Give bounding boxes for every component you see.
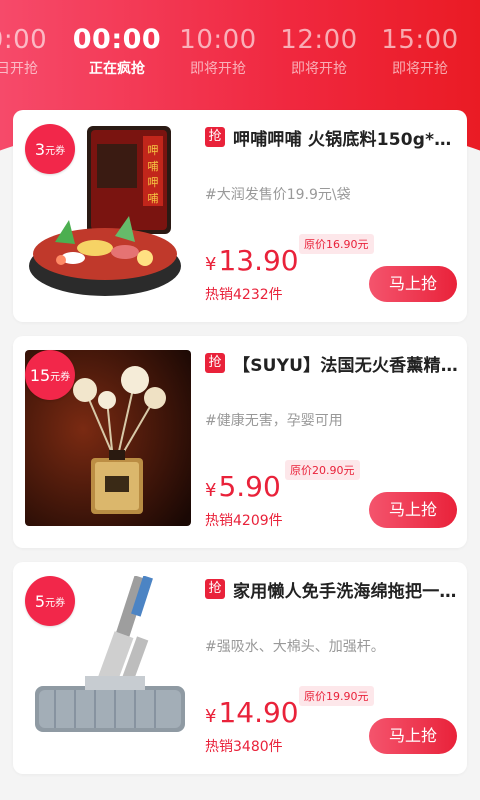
sales-count: 热销4209件 [205, 510, 283, 530]
buy-now-button[interactable]: 马上抢 [369, 492, 457, 528]
price-value: 5.90 [218, 470, 281, 503]
sales-label: 热销 [205, 287, 233, 303]
original-price: 原价16.90元 [299, 234, 374, 254]
product-card[interactable]: 5 元券 抢 家用懒人免手洗海绵拖把一拖净 #强吸水、大棉头、加强杆。 ¥14.… [13, 562, 467, 774]
currency-symbol: ¥ [205, 254, 217, 275]
coupon-badge: 3 元券 [25, 124, 75, 174]
time-slot-status: 即将开抢 [291, 61, 347, 77]
time-slot-tab[interactable]: 12:00 即将开抢 [264, 24, 374, 80]
time-slot-status: 正在疯抢 [89, 61, 145, 77]
currency-symbol: ¥ [205, 480, 217, 501]
original-price: 原价20.90元 [285, 460, 360, 480]
time-slot-time: 00:00 [72, 24, 162, 55]
sales-number: 3480 [233, 739, 269, 755]
svg-text:呷: 呷 [148, 144, 159, 157]
product-list: 3 元券 呷 哺 呷 哺 抢 呷哺呷哺 火锅底料150g*3袋 #大润发售价19… [13, 110, 467, 788]
sales-label: 热销 [205, 513, 233, 529]
buy-now-button[interactable]: 马上抢 [369, 718, 457, 754]
title-row: 抢 家用懒人免手洗海绵拖把一拖净 [205, 574, 459, 604]
currency-symbol: ¥ [205, 706, 217, 727]
price-value: 13.90 [218, 244, 299, 277]
time-slot-time: 10:00 [179, 25, 257, 55]
coupon-amount: 3 [34, 139, 46, 159]
current-price: ¥14.90 [205, 696, 299, 729]
time-slot-tab-active[interactable]: 00:00 正在疯抢 [62, 24, 172, 80]
time-slot-tab[interactable]: 15:00 即将开抢 [365, 24, 475, 80]
time-slot-tab[interactable]: 10:00 即将开抢 [163, 24, 273, 80]
svg-text:呷: 呷 [148, 176, 159, 189]
svg-text:哺: 哺 [148, 192, 159, 205]
original-price: 原价19.90元 [299, 686, 374, 706]
coupon-badge: 15 元券 [25, 350, 75, 400]
coupon-amount: 15 [29, 365, 51, 385]
product-card[interactable]: 15 元券 抢 【SUYU】法国无火香薰精油 #健康无害，孕婴可用 ¥5.90 … [13, 336, 467, 548]
svg-text:哺: 哺 [148, 160, 159, 173]
buy-now-button[interactable]: 马上抢 [369, 266, 457, 302]
time-slot-time: 15:00 [381, 25, 459, 55]
current-price: ¥13.90 [205, 244, 299, 277]
grab-badge-icon: 抢 [205, 353, 225, 373]
coupon-badge: 5 元券 [25, 576, 75, 626]
sales-unit: 件 [268, 513, 283, 529]
product-tag: #健康无害，孕婴可用 [205, 413, 343, 429]
product-tag: #大润发售价19.9元\袋 [205, 187, 351, 203]
coupon-amount: 5 [34, 591, 46, 611]
time-slot-status: 即将开抢 [190, 61, 246, 77]
price-value: 14.90 [218, 696, 299, 729]
title-row: 抢 呷哺呷哺 火锅底料150g*3袋 [205, 122, 459, 152]
product-title[interactable]: 呷哺呷哺 火锅底料150g*3袋 [233, 125, 459, 150]
product-title[interactable]: 家用懒人免手洗海绵拖把一拖净 [233, 577, 459, 602]
grab-badge-icon: 抢 [205, 127, 225, 147]
sales-unit: 件 [268, 287, 283, 303]
sales-number: 4232 [233, 287, 269, 303]
coupon-unit: 元券 [50, 371, 71, 383]
product-title[interactable]: 【SUYU】法国无火香薰精油香水家用 [233, 351, 459, 376]
coupon-unit: 元券 [45, 145, 66, 157]
sales-unit: 件 [268, 739, 283, 755]
product-card[interactable]: 3 元券 呷 哺 呷 哺 抢 呷哺呷哺 火锅底料150g*3袋 #大润发售价19… [13, 110, 467, 322]
grab-badge-icon: 抢 [205, 579, 225, 599]
time-slot-status: 即将开抢 [392, 61, 448, 77]
coupon-unit: 元券 [45, 597, 66, 609]
sales-label: 热销 [205, 739, 233, 755]
sales-number: 4209 [233, 513, 269, 529]
sales-count: 热销3480件 [205, 736, 283, 756]
time-slot-tabs: 0:00 日开抢 00:00 正在疯抢 10:00 即将开抢 12:00 即将开… [0, 0, 480, 100]
current-price: ¥5.90 [205, 470, 281, 503]
product-tag: #强吸水、大棉头、加强杆。 [205, 639, 385, 655]
time-slot-time: 12:00 [280, 25, 358, 55]
title-row: 抢 【SUYU】法国无火香薰精油香水家用 [205, 348, 459, 378]
sales-count: 热销4232件 [205, 284, 283, 304]
